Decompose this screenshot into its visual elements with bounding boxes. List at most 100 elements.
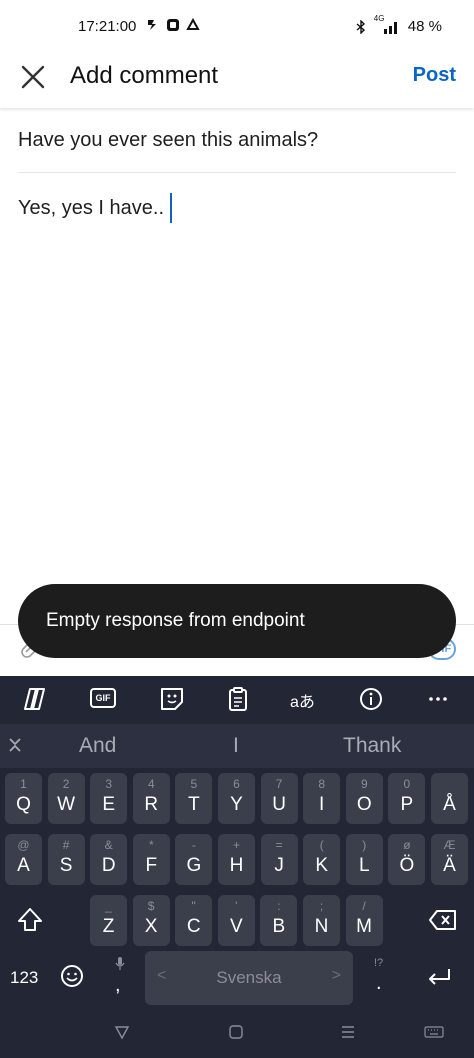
- key-label: W: [57, 794, 76, 815]
- key-h[interactable]: + H: [218, 834, 255, 885]
- key-ö[interactable]: øÖ: [388, 834, 426, 885]
- copilot-icon[interactable]: [22, 686, 50, 712]
- cursor-right-icon: >: [331, 967, 341, 984]
- recents-nav-icon[interactable]: [340, 1024, 356, 1040]
- key-a[interactable]: @ A: [5, 834, 42, 885]
- key-label: Å: [443, 794, 456, 815]
- key-w[interactable]: 2W: [47, 773, 85, 824]
- key-x[interactable]: $ X: [132, 895, 170, 946]
- translate-icon[interactable]: aあ: [290, 688, 320, 714]
- sticker-icon[interactable]: [158, 686, 186, 712]
- key-i[interactable]: 8I: [303, 773, 341, 824]
- drive-icon: [186, 18, 200, 30]
- key-hint: $: [147, 899, 155, 913]
- key-hint: 5: [190, 777, 198, 791]
- toast-message: Empty response from endpoint: [46, 610, 305, 631]
- clipboard-icon[interactable]: [224, 686, 252, 712]
- key-f[interactable]: * F: [132, 834, 170, 885]
- key-v[interactable]: ' V: [217, 895, 255, 946]
- key-g[interactable]: -G: [175, 834, 213, 885]
- suggestion-3[interactable]: Thank: [343, 734, 401, 758]
- key-label: I: [319, 794, 325, 815]
- space-key-label: Svenska: [216, 968, 282, 987]
- key-label: H: [229, 855, 244, 876]
- key-hint: (: [319, 838, 324, 852]
- comma-key[interactable]: ,: [115, 974, 121, 997]
- key-hint: 1: [20, 777, 27, 791]
- info-icon[interactable]: [357, 686, 385, 712]
- key-u[interactable]: 7U: [260, 773, 298, 824]
- key-y[interactable]: 6Y: [218, 773, 255, 824]
- key-d[interactable]: & D: [90, 834, 128, 885]
- key-z[interactable]: _ Z: [90, 895, 127, 946]
- key-hint: :: [277, 899, 281, 913]
- key-label: N: [314, 916, 329, 937]
- post-button[interactable]: Post: [413, 64, 456, 87]
- key-o[interactable]: 9O: [345, 773, 383, 824]
- key-hint: 8: [318, 777, 326, 791]
- key-label: M: [356, 916, 372, 937]
- key-label: S: [59, 855, 73, 876]
- app-icon: [167, 19, 179, 31]
- key-m[interactable]: / M: [345, 895, 383, 946]
- key-hint: 4: [147, 777, 155, 791]
- key-p[interactable]: 0P: [388, 773, 426, 824]
- key-s[interactable]: # S: [47, 834, 85, 885]
- backspace-key-icon[interactable]: [428, 908, 458, 932]
- key-j[interactable]: = J: [260, 834, 298, 885]
- key-label: Ä: [443, 855, 456, 876]
- key-hint: +: [232, 838, 240, 852]
- key-label: K: [315, 855, 329, 876]
- key-hint: 2: [62, 777, 70, 791]
- key-hint: @: [17, 838, 30, 852]
- period-key[interactable]: .: [376, 972, 382, 995]
- key-r[interactable]: 4R: [132, 773, 170, 824]
- comment-text[interactable]: Yes, yes I have..: [18, 197, 164, 220]
- key-hint: 0: [403, 777, 411, 791]
- key-label: G: [186, 855, 202, 876]
- key-q[interactable]: 1Q: [5, 773, 42, 824]
- key-b[interactable]: :B: [260, 895, 298, 946]
- suggestion-2[interactable]: I: [233, 734, 239, 758]
- key-hint: #: [62, 838, 70, 852]
- key-ä[interactable]: ÆÄ: [431, 834, 468, 885]
- page-title: Add comment: [70, 62, 219, 89]
- keyboard: GIF aあ And I Thank 1Q2W3E4R5T6Y7U8I9O0PÅ…: [0, 676, 474, 1058]
- gif-keyboard-button[interactable]: GIF: [90, 688, 116, 708]
- space-key[interactable]: < Svenska >: [145, 951, 353, 1005]
- close-icon[interactable]: [18, 62, 48, 92]
- home-nav-icon[interactable]: [228, 1024, 244, 1040]
- key-n[interactable]: ; N: [303, 895, 340, 946]
- more-icon[interactable]: [424, 686, 452, 712]
- numbers-key[interactable]: 123: [10, 968, 38, 988]
- key-label: Y: [230, 794, 243, 815]
- key-å[interactable]: Å: [431, 773, 468, 824]
- status-bar: 17:21:00 4G 48 %: [0, 0, 474, 52]
- back-nav-icon[interactable]: [114, 1024, 130, 1040]
- keyboard-switch-icon[interactable]: [424, 1024, 444, 1040]
- key-label: V: [229, 916, 243, 937]
- toast-snackbar: Empty response from endpoint: [18, 584, 456, 658]
- key-e[interactable]: 3E: [90, 773, 128, 824]
- microphone-icon[interactable]: [114, 956, 126, 970]
- collapse-icon[interactable]: [7, 736, 23, 754]
- key-k[interactable]: (K: [303, 834, 341, 885]
- suggestion-1[interactable]: And: [79, 734, 116, 758]
- key-hint: ø: [403, 838, 411, 852]
- key-c[interactable]: " C: [175, 895, 213, 946]
- key-hint: 7: [275, 777, 283, 791]
- key-label: C: [186, 916, 201, 937]
- enter-key-icon[interactable]: [426, 966, 452, 988]
- key-label: J: [274, 855, 284, 876]
- shift-key-icon[interactable]: [16, 906, 44, 934]
- bluetooth-icon: [356, 19, 365, 34]
- comment-input[interactable]: Yes, yes I have..: [18, 193, 173, 223]
- key-label: R: [144, 794, 159, 815]
- key-hint: Æ: [443, 838, 456, 852]
- key-l[interactable]: ) L: [345, 834, 383, 885]
- key-hint: &: [104, 838, 113, 852]
- key-label: F: [145, 855, 158, 876]
- key-t[interactable]: 5T: [175, 773, 213, 824]
- emoji-key-icon[interactable]: [60, 964, 84, 988]
- text-cursor: [170, 193, 173, 223]
